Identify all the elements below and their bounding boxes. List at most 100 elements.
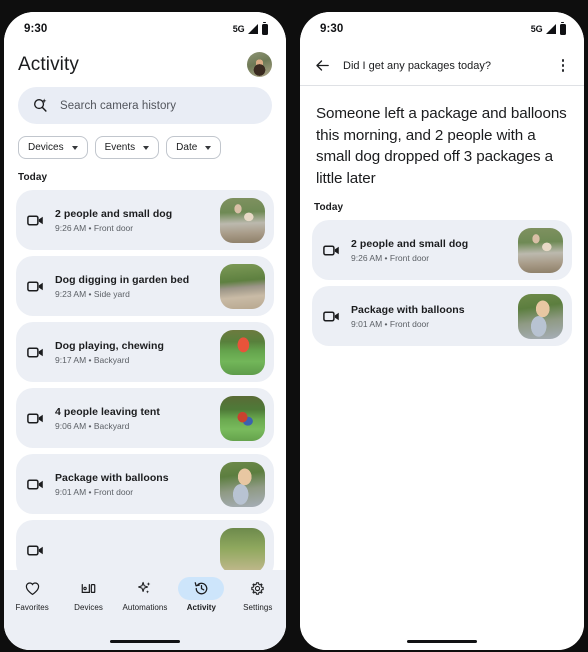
- search-sparkle-icon: [34, 98, 47, 112]
- nav-label-devices: Devices: [74, 603, 103, 612]
- event-title: Dog playing, chewing: [55, 339, 164, 352]
- page-title: Activity: [18, 53, 79, 75]
- video-camera-icon: [27, 280, 43, 292]
- video-camera-icon: [27, 214, 43, 226]
- event-text: Package with balloons 9:01 AM • Front do…: [351, 304, 508, 329]
- event-title: Package with balloons: [55, 471, 169, 484]
- gesture-bar-area: [4, 632, 286, 650]
- event-thumbnail[interactable]: [220, 263, 265, 309]
- query-title: Did I get any packages today?: [343, 59, 491, 72]
- event-subtitle: 9:01 AM • Front door: [351, 318, 430, 329]
- chevron-down-icon: [71, 145, 78, 150]
- event-title: Dog digging in garden bed: [55, 273, 190, 286]
- event-text: Dog digging in garden bed 9:23 AM • Side…: [55, 274, 210, 299]
- activity-event-list[interactable]: 2 people and small dog 9:26 AM • Front d…: [4, 190, 286, 570]
- gear-icon: [251, 582, 264, 595]
- filter-chip-events[interactable]: Events: [94, 136, 160, 159]
- home-gesture-bar[interactable]: [407, 639, 477, 643]
- event-thumbnail[interactable]: [518, 293, 563, 339]
- event-subtitle: 9:01 AM • Front door: [55, 486, 134, 497]
- signal-triangle-icon: [247, 23, 258, 34]
- event-thumbnail[interactable]: [220, 395, 265, 441]
- nav-item-devices[interactable]: Devices: [61, 577, 117, 612]
- event-subtitle: 9:26 AM • Front door: [351, 252, 430, 263]
- event-subtitle: 9:23 AM • Side yard: [55, 288, 130, 299]
- status-time: 9:30: [24, 23, 48, 35]
- nav-item-favorites[interactable]: Favorites: [4, 577, 60, 612]
- right-phone-mockup: 9:30 5G Did I get any packages today? So…: [300, 12, 584, 650]
- search-results-list[interactable]: 2 people and small dog 9:26 AM • Front d…: [300, 220, 584, 632]
- event-title: 2 people and small dog: [351, 237, 469, 250]
- activity-screen: 9:30 5G Activity Search camera history D…: [4, 12, 286, 650]
- nav-item-activity[interactable]: Activity: [173, 577, 229, 612]
- nav-label-automations: Automations: [122, 603, 168, 612]
- filter-chip-date[interactable]: Date: [166, 136, 222, 159]
- home-gesture-bar[interactable]: [110, 639, 180, 643]
- event-thumbnail[interactable]: [220, 527, 265, 570]
- back-arrow-icon[interactable]: [314, 57, 331, 74]
- app-bar: Did I get any packages today?: [300, 46, 584, 86]
- network-label: 5G: [232, 24, 245, 34]
- table-row[interactable]: Package with balloons 9:01 AM • Front do…: [312, 286, 572, 347]
- heart-icon: [25, 582, 39, 596]
- event-subtitle: 9:17 AM • Backyard: [55, 354, 130, 365]
- filter-chip-events-label: Events: [104, 142, 136, 153]
- video-camera-icon: [323, 245, 339, 256]
- event-thumbnail[interactable]: [220, 197, 265, 243]
- filter-chip-devices-label: Devices: [28, 142, 64, 153]
- avatar[interactable]: [247, 52, 272, 77]
- day-section-label: Today: [18, 172, 48, 183]
- event-title: Package with balloons: [351, 303, 465, 316]
- left-phone-mockup: 9:30 5G Activity Search camera history D…: [4, 12, 286, 650]
- table-row[interactable]: Dog playing, chewing 9:17 AM • Backyard: [16, 322, 274, 382]
- search-input[interactable]: Search camera history: [18, 87, 272, 124]
- search-placeholder: Search camera history: [60, 99, 177, 112]
- search-results-screen: 9:30 5G Did I get any packages today? So…: [300, 12, 584, 650]
- filter-chip-date-label: Date: [176, 142, 198, 153]
- event-subtitle: 9:26 AM • Front door: [55, 222, 134, 233]
- filter-chip-devices[interactable]: Devices: [18, 136, 88, 159]
- chevron-down-icon: [205, 145, 212, 150]
- event-text: 4 people leaving tent 9:06 AM • Backyard: [55, 406, 210, 431]
- ai-summary-text: Someone left a package and balloons this…: [316, 105, 567, 187]
- page-header: Activity: [4, 46, 286, 79]
- day-section-label: Today: [314, 202, 344, 214]
- search-section: Search camera history: [4, 79, 286, 124]
- devices-icon: [81, 584, 96, 593]
- event-subtitle: 9:06 AM • Backyard: [55, 420, 130, 431]
- event-thumbnail[interactable]: [518, 227, 563, 273]
- bottom-navigation[interactable]: Favorites Devices Automations Activity S…: [4, 570, 286, 632]
- table-row[interactable]: Dog digging in garden bed 9:23 AM • Side…: [16, 256, 274, 316]
- status-bar: 9:30 5G: [4, 12, 286, 46]
- status-time: 9:30: [320, 23, 344, 35]
- nav-item-settings[interactable]: Settings: [230, 577, 286, 612]
- event-text: Dog playing, chewing 9:17 AM • Backyard: [55, 340, 210, 365]
- event-thumbnail[interactable]: [220, 329, 265, 375]
- screenshot-stage: 9:30 5G Activity Search camera history D…: [0, 0, 588, 652]
- event-text: 2 people and small dog 9:26 AM • Front d…: [351, 238, 508, 263]
- event-thumbnail[interactable]: [220, 461, 265, 507]
- video-camera-icon: [27, 544, 43, 556]
- table-row-partial[interactable]: [16, 520, 274, 570]
- table-row[interactable]: 2 people and small dog 9:26 AM • Front d…: [312, 220, 572, 281]
- nav-pill-favorites: [9, 577, 55, 600]
- nav-pill-automations: [122, 577, 168, 600]
- overflow-menu-icon[interactable]: [556, 57, 570, 74]
- event-title: 2 people and small dog: [55, 207, 173, 220]
- table-row[interactable]: 2 people and small dog 9:26 AM • Front d…: [16, 190, 274, 250]
- event-text: Package with balloons 9:01 AM • Front do…: [55, 472, 210, 497]
- table-row[interactable]: Package with balloons 9:01 AM • Front do…: [16, 454, 274, 514]
- table-row[interactable]: 4 people leaving tent 9:06 AM • Backyard: [16, 388, 274, 448]
- status-indicators: 5G: [232, 21, 268, 35]
- event-title: 4 people leaving tent: [55, 405, 160, 418]
- nav-item-automations[interactable]: Automations: [117, 577, 173, 612]
- video-camera-icon: [27, 412, 43, 424]
- nav-label-favorites: Favorites: [15, 603, 49, 612]
- gesture-bar-area: [300, 632, 584, 650]
- video-camera-icon: [323, 311, 339, 322]
- nav-label-activity: Activity: [186, 603, 217, 612]
- network-label: 5G: [530, 24, 543, 34]
- signal-triangle-icon: [545, 23, 556, 34]
- filter-chip-row: Devices Events Date: [4, 124, 286, 159]
- video-camera-icon: [27, 346, 43, 358]
